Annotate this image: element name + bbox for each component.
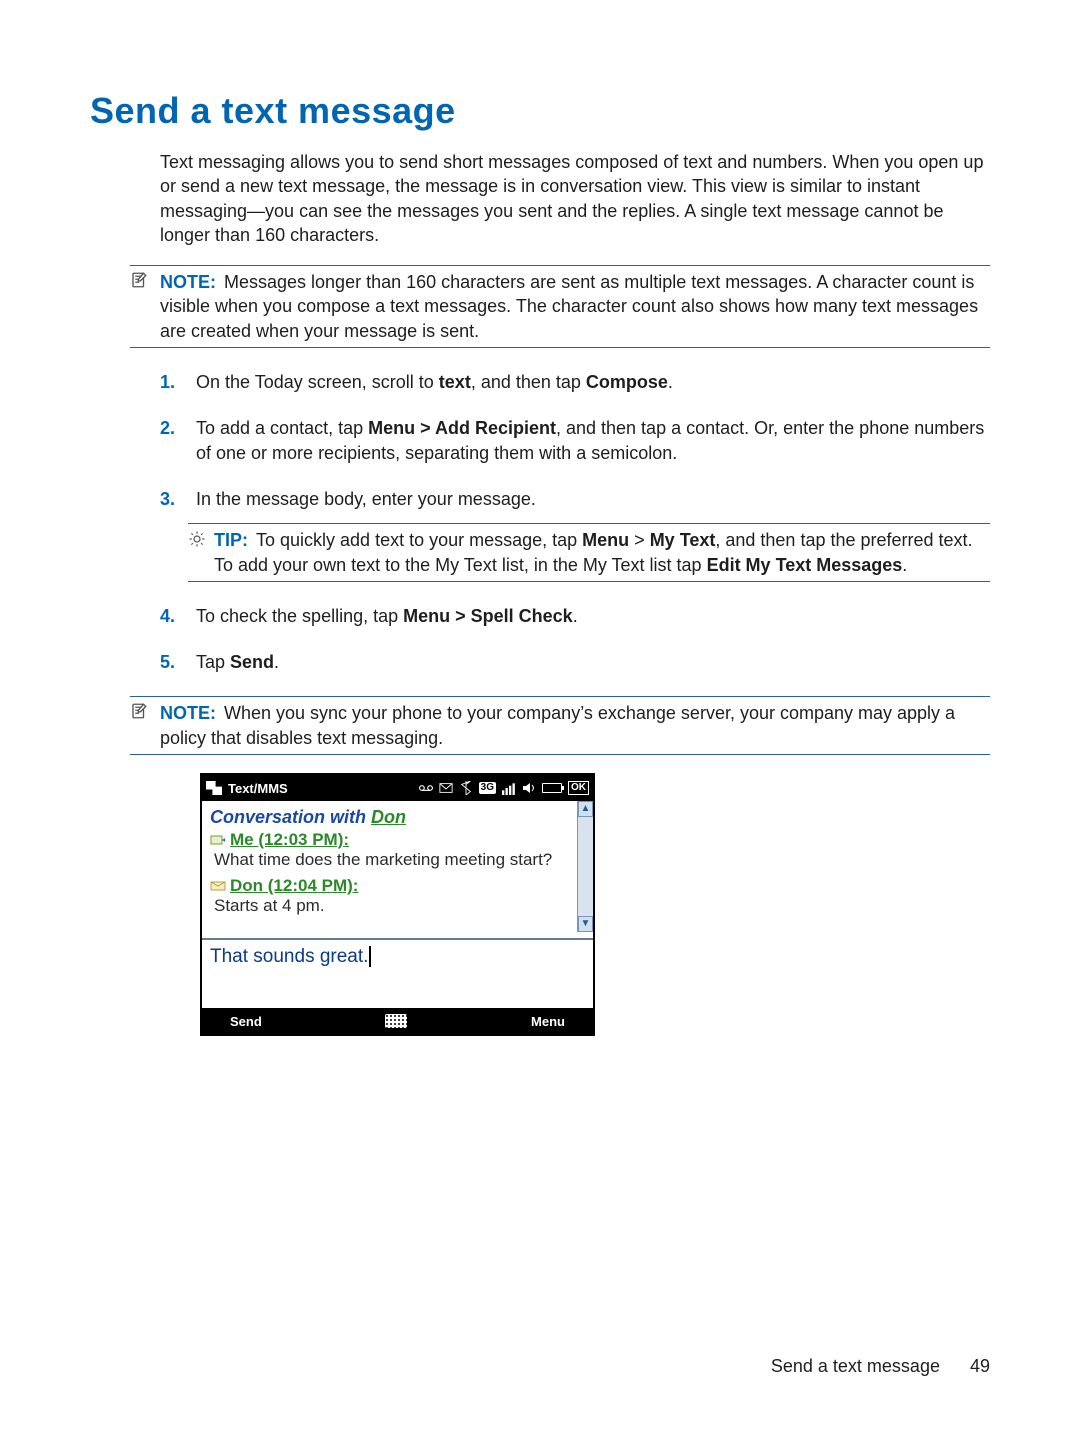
- windows-flag-icon: [206, 781, 222, 795]
- compose-input[interactable]: That sounds great.: [202, 940, 593, 1008]
- network-3g-badge: 3G: [479, 782, 496, 794]
- footer-section: Send a text message: [771, 1356, 940, 1377]
- tip-callout: TIP:To quickly add text to your message,…: [188, 523, 990, 582]
- step-2: To add a contact, tap Menu > Add Recipie…: [160, 416, 990, 465]
- scrollbar[interactable]: ▲ ▼: [577, 801, 593, 932]
- note-icon: [130, 270, 160, 295]
- softkey-menu[interactable]: Menu: [531, 1014, 565, 1029]
- tip-label: TIP:: [214, 530, 248, 550]
- note-callout-1: NOTE:Messages longer than 160 characters…: [130, 265, 990, 348]
- conversation-pane: ▲ ▼ Conversation with Don Me (12:03 PM):…: [202, 801, 593, 932]
- step-4: To check the spelling, tap Menu > Spell …: [160, 604, 990, 628]
- message-header-don[interactable]: Don (12:04 PM):: [210, 876, 575, 896]
- note-icon: [130, 701, 160, 726]
- phone-app-title: Text/MMS: [228, 781, 288, 796]
- voicemail-icon: [419, 781, 433, 795]
- note-label: NOTE:: [160, 703, 216, 723]
- incoming-icon: [210, 879, 226, 893]
- bluetooth-icon: [459, 781, 473, 795]
- envelope-icon: [439, 781, 453, 795]
- message-header-me[interactable]: Me (12:03 PM):: [210, 830, 575, 850]
- footer-page-number: 49: [970, 1356, 990, 1377]
- intro-paragraph: Text messaging allows you to send short …: [160, 150, 990, 247]
- text-cursor: [368, 946, 371, 967]
- page-footer: Send a text message 49: [771, 1356, 990, 1377]
- conversation-title: Conversation with Don: [210, 807, 575, 828]
- phone-softbar: Send Menu: [202, 1008, 593, 1034]
- note-label: NOTE:: [160, 272, 216, 292]
- contact-link[interactable]: Don: [371, 807, 406, 827]
- message-body-me: What time does the marketing meeting sta…: [214, 850, 575, 870]
- step-5: Tap Send.: [160, 650, 990, 674]
- signal-icon: [502, 781, 516, 795]
- phone-topbar: Text/MMS 3G OK: [202, 775, 593, 801]
- scroll-up-icon[interactable]: ▲: [578, 801, 593, 817]
- softkey-send[interactable]: Send: [230, 1014, 262, 1029]
- message-body-don: Starts at 4 pm.: [214, 896, 575, 916]
- phone-mock: Text/MMS 3G OK ▲ ▼ Conversation with Don…: [200, 773, 595, 1036]
- tip-icon: [188, 528, 214, 554]
- note-text: Messages longer than 160 characters are …: [160, 272, 978, 341]
- steps-list: On the Today screen, scroll to text, and…: [160, 370, 990, 674]
- battery-icon: [542, 783, 562, 793]
- step-3: In the message body, enter your message.…: [160, 487, 990, 582]
- note-callout-2: NOTE:When you sync your phone to your co…: [130, 696, 990, 755]
- step-1: On the Today screen, scroll to text, and…: [160, 370, 990, 394]
- outgoing-icon: [210, 833, 226, 847]
- speaker-icon: [522, 781, 536, 795]
- keyboard-icon[interactable]: [385, 1014, 407, 1028]
- page-title: Send a text message: [90, 90, 990, 132]
- scroll-down-icon[interactable]: ▼: [578, 916, 593, 932]
- ok-button[interactable]: OK: [568, 781, 589, 795]
- note-text: When you sync your phone to your company…: [160, 703, 955, 747]
